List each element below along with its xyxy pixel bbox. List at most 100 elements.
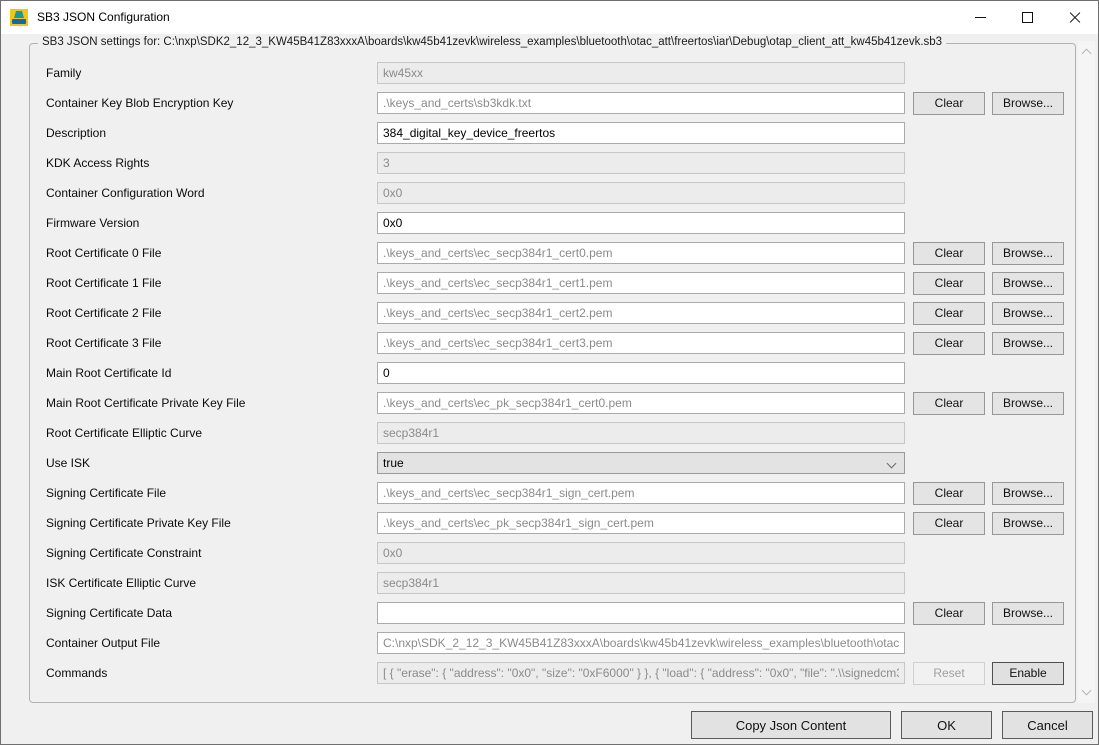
field-row-signing-certificate-file: Signing Certificate File.\keys_and_certs…: [46, 478, 1067, 508]
kdk-access-rights-input: 3: [377, 152, 905, 174]
use-isk-value: true: [383, 456, 404, 470]
commands-enable-button[interactable]: Enable: [992, 662, 1064, 685]
commands-reset-button: Reset: [913, 662, 985, 685]
description-label: Description: [46, 126, 377, 140]
field-row-description: Description384_digital_key_device_freert…: [46, 118, 1067, 148]
commands-input: [ { "erase": { "address": "0x0", "size":…: [377, 662, 905, 684]
scrollbar-up-icon[interactable]: [1082, 49, 1092, 59]
root-certificate-2-file-browse-button[interactable]: Browse...: [992, 302, 1064, 325]
signing-certificate-file-clear-button[interactable]: Clear: [913, 482, 985, 505]
use-isk-dropdown[interactable]: true: [377, 452, 905, 474]
field-row-family: Family kw45xx: [46, 58, 1067, 88]
field-row-root-certificate-elliptic-curve: Root Certificate Elliptic Curvesecp384r1: [46, 418, 1067, 448]
root-certificate-1-file-value: .\keys_and_certs\ec_secp384r1_cert1.pem: [383, 276, 612, 290]
root-certificate-1-file-input[interactable]: .\keys_and_certs\ec_secp384r1_cert1.pem: [377, 272, 905, 294]
description-input[interactable]: 384_digital_key_device_freertos: [377, 122, 905, 144]
signing-certificate-data-input[interactable]: [377, 602, 905, 624]
field-row-container-key-blob-encryption-key: Container Key Blob Encryption Key.\keys_…: [46, 88, 1067, 118]
root-certificate-0-file-clear-button[interactable]: Clear: [913, 242, 985, 265]
container-configuration-word-label: Container Configuration Word: [46, 186, 377, 200]
signing-certificate-data-browse-button[interactable]: Browse...: [992, 602, 1064, 625]
root-certificate-0-file-browse-button[interactable]: Browse...: [992, 242, 1064, 265]
groupbox-legend: SB3 JSON settings for: C:\nxp\SDK2_12_3_…: [38, 36, 946, 48]
field-row-firmware-version: Firmware Version0x0: [46, 208, 1067, 238]
kdk-access-rights-value: 3: [383, 156, 390, 170]
container-key-blob-encryption-key-label: Container Key Blob Encryption Key: [46, 96, 377, 110]
root-certificate-2-file-clear-button[interactable]: Clear: [913, 302, 985, 325]
root-certificate-3-file-clear-button[interactable]: Clear: [913, 332, 985, 355]
main-root-certificate-private-key-file-value: .\keys_and_certs\ec_pk_secp384r1_cert0.p…: [383, 396, 632, 410]
scrollbar-down-icon[interactable]: [1082, 686, 1092, 696]
container-key-blob-encryption-key-clear-button[interactable]: Clear: [913, 92, 985, 115]
firmware-version-input[interactable]: 0x0: [377, 212, 905, 234]
isk-certificate-elliptic-curve-value: secp384r1: [383, 576, 439, 590]
root-certificate-3-file-input[interactable]: .\keys_and_certs\ec_secp384r1_cert3.pem: [377, 332, 905, 354]
settings-form: Family kw45xx Container Key Blob Encryptio…: [46, 58, 1067, 688]
signing-certificate-private-key-file-browse-button[interactable]: Browse...: [992, 512, 1064, 535]
minimize-button[interactable]: [957, 1, 1004, 34]
field-row-root-certificate-3-file: Root Certificate 3 File.\keys_and_certs\…: [46, 328, 1067, 358]
root-certificate-2-file-input[interactable]: .\keys_and_certs\ec_secp384r1_cert2.pem: [377, 302, 905, 324]
signing-certificate-data-label: Signing Certificate Data: [46, 606, 377, 620]
signing-certificate-constraint-value: 0x0: [383, 546, 402, 560]
root-certificate-0-file-input[interactable]: .\keys_and_certs\ec_secp384r1_cert0.pem: [377, 242, 905, 264]
main-root-certificate-private-key-file-clear-button[interactable]: Clear: [913, 392, 985, 415]
chevron-down-icon: [887, 459, 897, 469]
container-output-file-label: Container Output File: [46, 636, 377, 650]
root-certificate-1-file-browse-button[interactable]: Browse...: [992, 272, 1064, 295]
container-key-blob-encryption-key-input[interactable]: .\keys_and_certs\sb3kdk.txt: [377, 92, 905, 114]
family-label: Family: [46, 66, 377, 80]
container-output-file-value: C:\nxp\SDK_2_12_3_KW45B41Z83xxxA\boards\…: [383, 636, 899, 650]
maximize-icon: [1022, 12, 1033, 23]
commands-label: Commands: [46, 666, 377, 680]
root-certificate-1-file-label: Root Certificate 1 File: [46, 276, 377, 290]
window-controls: [957, 1, 1098, 34]
field-row-use-isk: Use ISKtrue: [46, 448, 1067, 478]
field-row-commands: Commands [ { "erase": { "address": "0x0",…: [46, 658, 1067, 688]
main-root-certificate-id-label: Main Root Certificate Id: [46, 366, 377, 380]
maximize-button[interactable]: [1004, 1, 1051, 34]
field-row-root-certificate-0-file: Root Certificate 0 File .\keys_and_certs\…: [46, 238, 1067, 268]
signing-certificate-private-key-file-label: Signing Certificate Private Key File: [46, 516, 377, 530]
signing-certificate-private-key-file-input[interactable]: .\keys_and_certs\ec_pk_secp384r1_sign_ce…: [377, 512, 905, 534]
vertical-scrollbar[interactable]: [1078, 41, 1095, 703]
field-row-signing-certificate-private-key-file: Signing Certificate Private Key File.\ke…: [46, 508, 1067, 538]
field-row-container-configuration-word: Container Configuration Word0x0: [46, 178, 1067, 208]
signing-certificate-file-label: Signing Certificate File: [46, 486, 377, 500]
main-root-certificate-private-key-file-label: Main Root Certificate Private Key File: [46, 396, 377, 410]
close-button[interactable]: [1051, 1, 1098, 34]
signing-certificate-private-key-file-clear-button[interactable]: Clear: [913, 512, 985, 535]
signing-certificate-data-clear-button[interactable]: Clear: [913, 602, 985, 625]
main-root-certificate-private-key-file-input[interactable]: .\keys_and_certs\ec_pk_secp384r1_cert0.p…: [377, 392, 905, 414]
ok-button[interactable]: OK: [901, 711, 992, 739]
root-certificate-0-file-label: Root Certificate 0 File: [46, 246, 377, 260]
kdk-access-rights-label: KDK Access Rights: [46, 156, 377, 170]
root-certificate-3-file-value: .\keys_and_certs\ec_secp384r1_cert3.pem: [383, 336, 612, 350]
field-row-root-certificate-2-file: Root Certificate 2 File.\keys_and_certs\…: [46, 298, 1067, 328]
main-root-certificate-id-value: 0: [383, 366, 390, 380]
commands-value: [ { "erase": { "address": "0x0", "size":…: [383, 666, 899, 680]
field-row-kdk-access-rights: KDK Access Rights 3: [46, 148, 1067, 178]
copy-json-content-button[interactable]: Copy Json Content: [691, 711, 891, 739]
sb3-settings-groupbox: SB3 JSON settings for: C:\nxp\SDK2_12_3_…: [29, 43, 1076, 703]
root-certificate-0-file-value: .\keys_and_certs\ec_secp384r1_cert0.pem: [383, 246, 612, 260]
window-title: SB3 JSON Configuration: [37, 10, 170, 24]
close-icon: [1069, 12, 1081, 24]
app-icon: [10, 9, 28, 26]
signing-certificate-file-input[interactable]: .\keys_and_certs\ec_secp384r1_sign_cert.…: [377, 482, 905, 504]
main-root-certificate-id-input[interactable]: 0: [377, 362, 905, 384]
firmware-version-label: Firmware Version: [46, 216, 377, 230]
root-certificate-elliptic-curve-label: Root Certificate Elliptic Curve: [46, 426, 377, 440]
container-output-file-input[interactable]: C:\nxp\SDK_2_12_3_KW45B41Z83xxxA\boards\…: [377, 632, 905, 654]
title-bar: SB3 JSON Configuration: [1, 1, 1098, 34]
signing-certificate-constraint-input: 0x0: [377, 542, 905, 564]
container-configuration-word-input: 0x0: [377, 182, 905, 204]
main-root-certificate-private-key-file-browse-button[interactable]: Browse...: [992, 392, 1064, 415]
cancel-button[interactable]: Cancel: [1002, 711, 1093, 739]
signing-certificate-constraint-label: Signing Certificate Constraint: [46, 546, 377, 560]
root-certificate-3-file-browse-button[interactable]: Browse...: [992, 332, 1064, 355]
container-key-blob-encryption-key-browse-button[interactable]: Browse...: [992, 92, 1064, 115]
signing-certificate-file-browse-button[interactable]: Browse...: [992, 482, 1064, 505]
root-certificate-1-file-clear-button[interactable]: Clear: [913, 272, 985, 295]
family-value: kw45xx: [383, 66, 423, 80]
